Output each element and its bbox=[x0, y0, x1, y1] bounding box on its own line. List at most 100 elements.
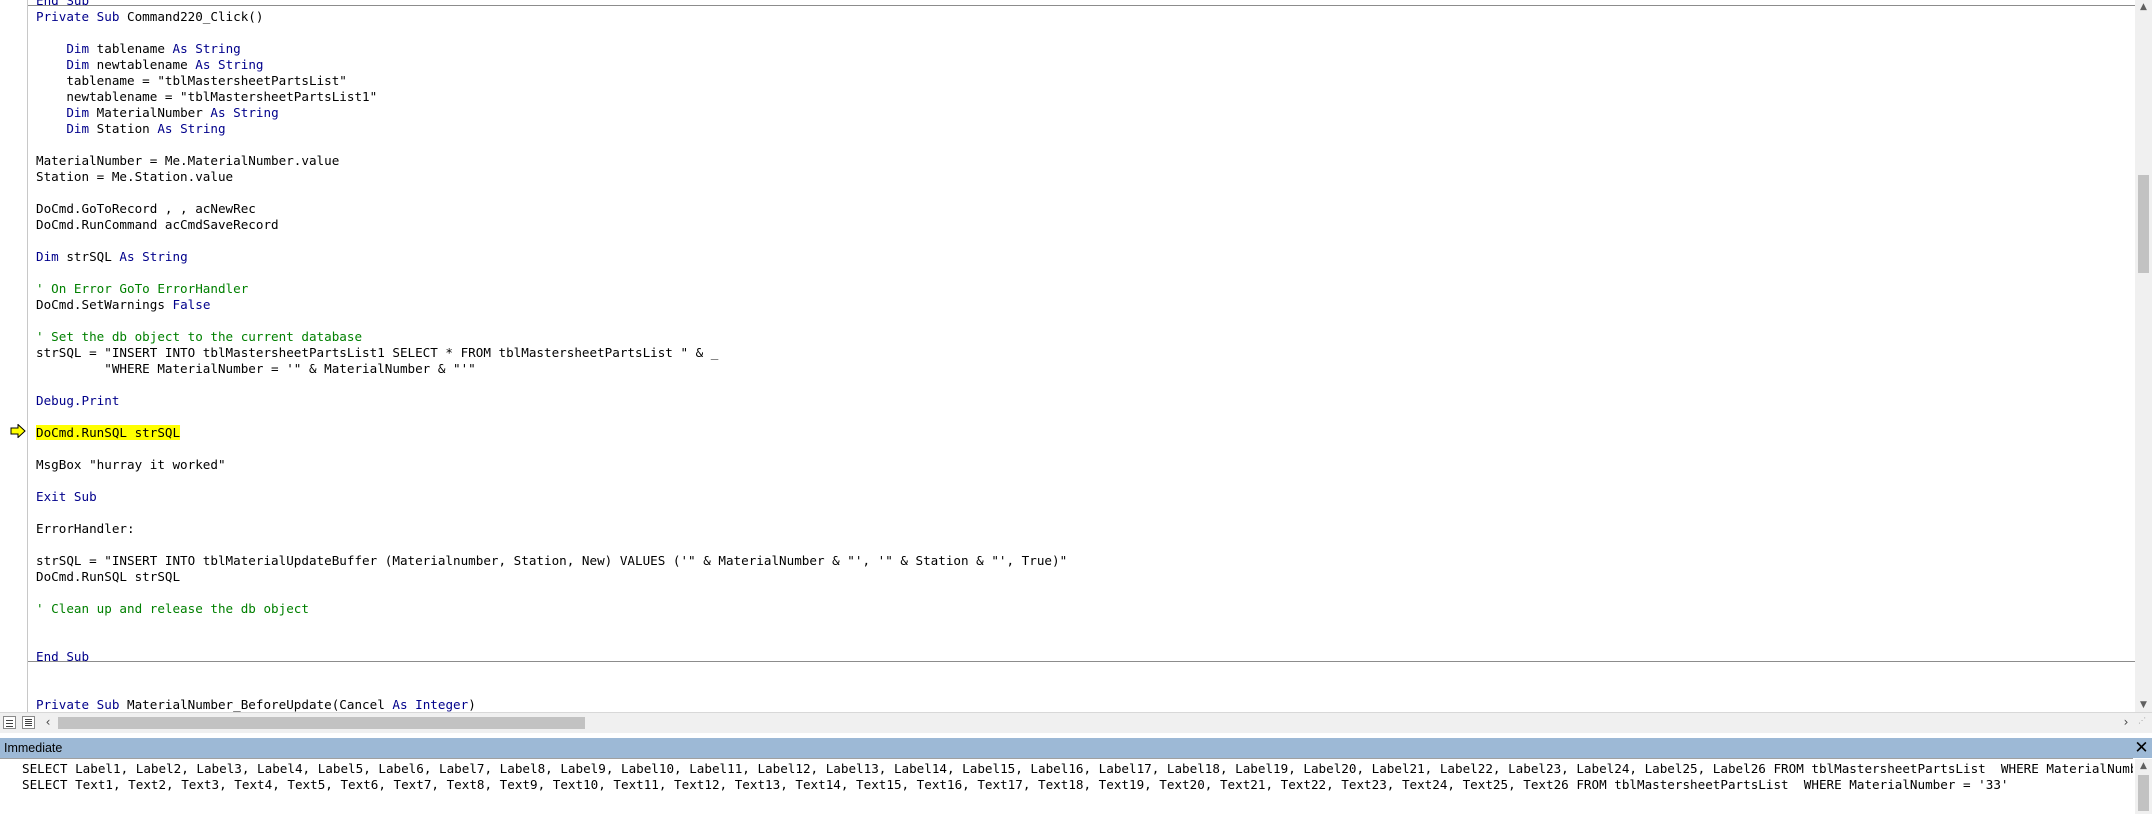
scroll-left-icon[interactable]: ‹ bbox=[42, 715, 54, 730]
code-line[interactable]: Dim newtablename As String bbox=[36, 57, 264, 73]
code-horizontal-scroll-thumb[interactable] bbox=[58, 717, 585, 729]
code-keyword: False bbox=[172, 297, 211, 312]
code-keyword: Exit Sub bbox=[36, 489, 97, 504]
code-text: "WHERE MaterialNumber = '" & MaterialNum… bbox=[36, 361, 476, 376]
full-module-view-icon[interactable] bbox=[22, 716, 35, 729]
scroll-down-icon[interactable]: ▼ bbox=[2135, 698, 2152, 712]
code-text: strSQL = "INSERT INTO tblMaterialUpdateB… bbox=[36, 553, 1068, 568]
code-vertical-scroll-thumb[interactable] bbox=[2138, 175, 2149, 273]
code-keyword: Dim bbox=[66, 57, 90, 72]
code-line[interactable]: Station = Me.Station.value bbox=[36, 169, 233, 185]
code-keyword: Dim bbox=[36, 249, 59, 264]
code-line[interactable]: DoCmd.SetWarnings False bbox=[36, 297, 210, 313]
code-line[interactable]: Debug.Print bbox=[36, 393, 119, 409]
code-line[interactable]: strSQL = "INSERT INTO tblMaterialUpdateB… bbox=[36, 553, 1067, 569]
code-line[interactable]: Dim strSQL As String bbox=[36, 249, 188, 265]
code-keyword: Private Sub bbox=[36, 697, 120, 712]
code-line[interactable]: ' On Error GoTo ErrorHandler bbox=[36, 281, 248, 297]
scroll-up-icon[interactable]: ▲ bbox=[2135, 0, 2152, 14]
immediate-window: Immediate ✕ SELECT Label1, Label2, Label… bbox=[0, 738, 2152, 814]
code-line[interactable]: Dim MaterialNumber As String bbox=[36, 105, 279, 121]
code-line[interactable]: Dim tablename As String bbox=[36, 41, 241, 57]
code-text: MaterialNumber = Me.MaterialNumber.value bbox=[36, 153, 340, 168]
code-line[interactable]: DoCmd.RunCommand acCmdSaveRecord bbox=[36, 217, 279, 233]
code-line[interactable]: "WHERE MaterialNumber = '" & MaterialNum… bbox=[36, 361, 476, 377]
code-text: tablename = "tblMastersheetPartsList" bbox=[36, 73, 347, 88]
code-text: DoCmd.RunCommand acCmdSaveRecord bbox=[36, 217, 279, 232]
code-line[interactable]: ' Clean up and release the db object bbox=[36, 601, 309, 617]
code-text: DoCmd.SetWarnings bbox=[36, 297, 173, 312]
code-text: tablename bbox=[89, 41, 173, 56]
procedure-separator bbox=[28, 661, 2135, 662]
close-icon[interactable]: ✕ bbox=[2133, 740, 2150, 757]
code-line[interactable]: tablename = "tblMastersheetPartsList" bbox=[36, 73, 347, 89]
code-text: newtablename = "tblMastersheetPartsList1… bbox=[36, 89, 378, 104]
execution-arrow-icon bbox=[10, 424, 26, 438]
code-line[interactable]: Exit Sub bbox=[36, 489, 97, 505]
immediate-line: SELECT Label1, Label2, Label3, Label4, L… bbox=[22, 761, 2133, 776]
scroll-up-icon[interactable]: ▲ bbox=[2135, 759, 2152, 773]
code-text: ErrorHandler: bbox=[36, 521, 135, 536]
code-text: strSQL bbox=[58, 249, 120, 264]
code-comment: ' Set the db object to the current datab… bbox=[36, 329, 363, 344]
code-line[interactable]: MaterialNumber = Me.MaterialNumber.value bbox=[36, 153, 339, 169]
code-line[interactable]: DoCmd.RunSQL strSQL bbox=[36, 569, 180, 585]
immediate-scroll-thumb[interactable] bbox=[2138, 775, 2149, 811]
code-text: Command220_Click() bbox=[119, 9, 264, 24]
code-horizontal-scrollbar-row: ‹ › ⋰ bbox=[0, 712, 2152, 733]
code-keyword: As String bbox=[210, 105, 279, 120]
code-keyword: Dim bbox=[66, 41, 90, 56]
code-keyword: Dim bbox=[66, 121, 90, 136]
code-text: DoCmd.RunSQL strSQL bbox=[36, 569, 181, 584]
code-text: strSQL = "INSERT INTO tblMastersheetPart… bbox=[36, 345, 719, 360]
immediate-vertical-scrollbar[interactable]: ▲ bbox=[2135, 759, 2152, 814]
code-keyword: Dim bbox=[66, 105, 90, 120]
code-keyword: End Sub bbox=[36, 0, 90, 8]
code-line[interactable]: End Sub bbox=[36, 649, 89, 665]
code-line[interactable]: Dim Station As String bbox=[36, 121, 226, 137]
code-line[interactable]: strSQL = "INSERT INTO tblMastersheetPart… bbox=[36, 345, 718, 361]
code-line[interactable]: Private Sub MaterialNumber_BeforeUpdate(… bbox=[36, 697, 476, 712]
code-text: MaterialNumber bbox=[89, 105, 211, 120]
code-text: DoCmd.GoToRecord , , acNewRec bbox=[36, 201, 256, 216]
code-keyword: As String bbox=[119, 249, 188, 264]
code-line[interactable]: ' Set the db object to the current datab… bbox=[36, 329, 362, 345]
code-keyword: As Integer bbox=[392, 697, 469, 712]
code-text: Station bbox=[89, 121, 158, 136]
code-line[interactable]: newtablename = "tblMastersheetPartsList1… bbox=[36, 89, 377, 105]
scroll-right-icon[interactable]: › bbox=[2120, 715, 2132, 730]
immediate-line: SELECT Text1, Text2, Text3, Text4, Text5… bbox=[22, 777, 2009, 792]
code-window: End Sub Private Sub Command220_Click() Di… bbox=[0, 0, 2152, 735]
code-text: ) bbox=[468, 697, 476, 712]
procedure-view-icon[interactable] bbox=[3, 716, 16, 729]
code-text: newtablename bbox=[89, 57, 196, 72]
immediate-output[interactable]: SELECT Label1, Label2, Label3, Label4, L… bbox=[0, 758, 2133, 815]
code-keyword: As String bbox=[172, 41, 241, 56]
code-comment: ' On Error GoTo ErrorHandler bbox=[36, 281, 249, 296]
code-line[interactable]: DoCmd.RunSQL strSQL bbox=[36, 425, 181, 441]
code-line[interactable]: Private Sub Command220_Click() bbox=[36, 9, 263, 25]
code-comment: ' Clean up and release the db object bbox=[36, 601, 309, 616]
immediate-title-bar[interactable]: Immediate ✕ bbox=[0, 738, 2152, 758]
resize-grip-icon[interactable]: ⋰ bbox=[2138, 717, 2150, 730]
code-editor[interactable]: End Sub Private Sub Command220_Click() Di… bbox=[28, 0, 2135, 712]
procedure-separator bbox=[28, 5, 2135, 6]
code-text: MaterialNumber_BeforeUpdate(Cancel bbox=[119, 697, 393, 712]
margin-indicator-bar[interactable] bbox=[0, 0, 28, 712]
code-keyword: As String bbox=[195, 57, 264, 72]
code-vertical-scrollbar[interactable]: ▲ ▼ bbox=[2135, 0, 2152, 712]
code-keyword: Private Sub bbox=[36, 9, 120, 24]
code-line[interactable]: MsgBox "hurray it worked" bbox=[36, 457, 226, 473]
immediate-title: Immediate bbox=[4, 741, 63, 755]
current-statement: DoCmd.RunSQL strSQL bbox=[36, 425, 181, 440]
code-text: MsgBox "hurray it worked" bbox=[36, 457, 226, 472]
code-line[interactable]: ErrorHandler: bbox=[36, 521, 135, 537]
code-text: Station = Me.Station.value bbox=[36, 169, 234, 184]
code-line[interactable]: DoCmd.GoToRecord , , acNewRec bbox=[36, 201, 256, 217]
code-keyword: Debug.Print bbox=[36, 393, 120, 408]
code-keyword: As String bbox=[157, 121, 226, 136]
